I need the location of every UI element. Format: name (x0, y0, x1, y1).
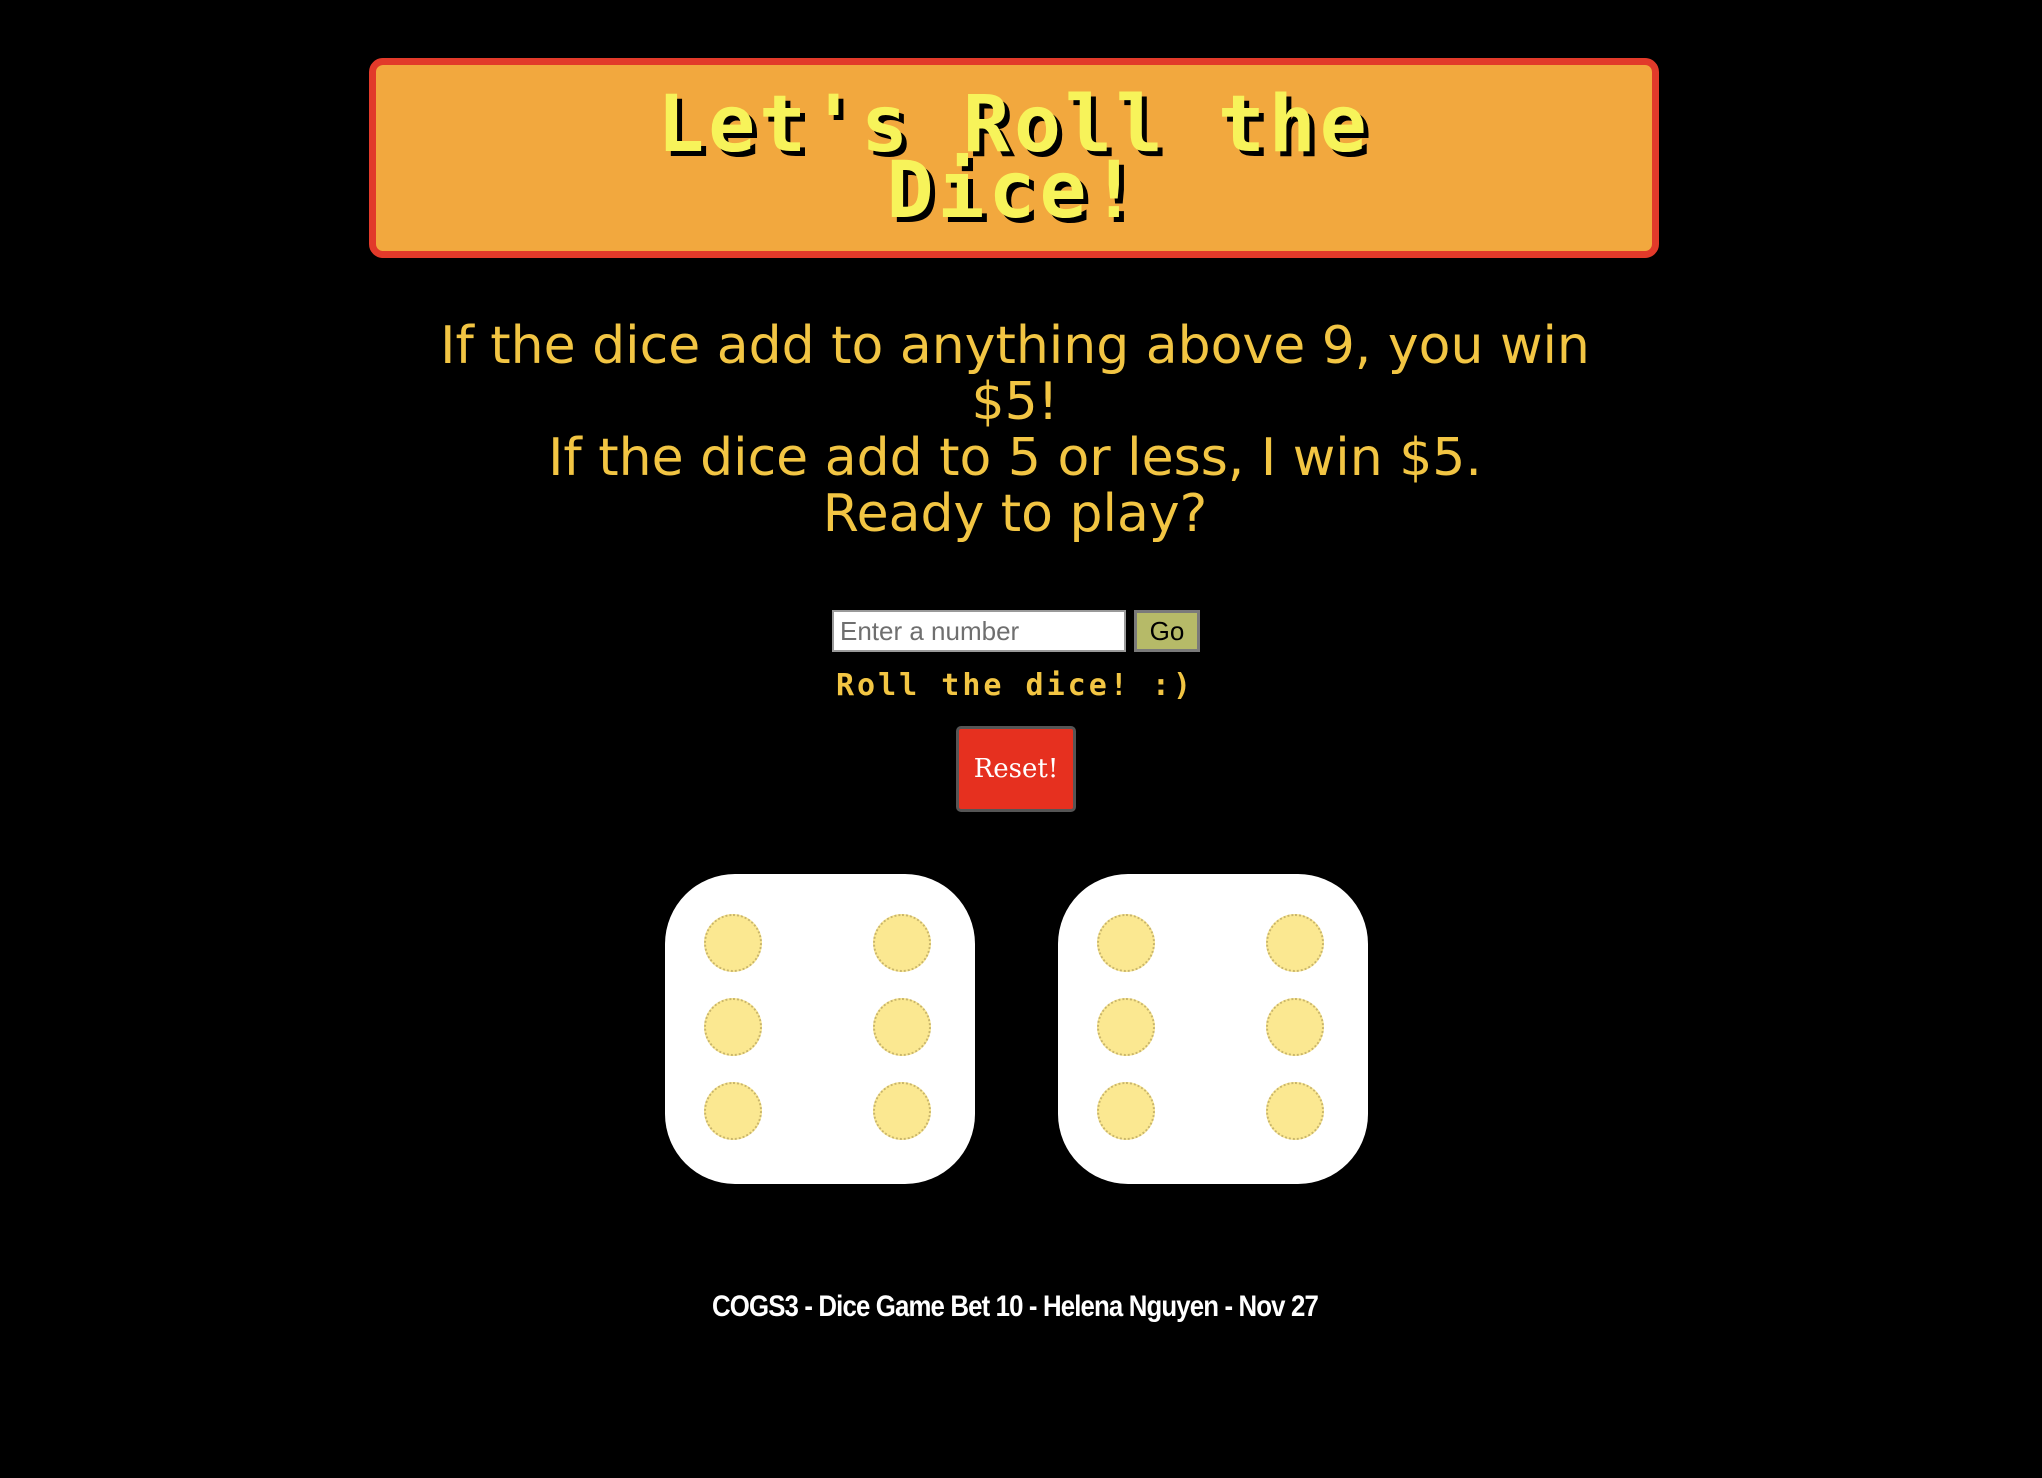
ready-prompt: Ready to play? (822, 484, 1208, 544)
status-message: Roll the dice! :) (835, 668, 1195, 703)
rule-line-win: If the dice add to anything above 9, you… (440, 316, 1590, 432)
title-banner: Let's Roll the Dice! (369, 58, 1659, 258)
die-pip (1097, 1082, 1155, 1140)
die-pip (1266, 998, 1324, 1056)
die-pip (873, 1082, 931, 1140)
die-pip (1266, 914, 1324, 972)
die-pip (704, 1082, 762, 1140)
die-pip (873, 914, 931, 972)
footer-credit: COGS3 - Dice Game Bet 10 - Helena Nguyen… (712, 1290, 1319, 1323)
die-pip (1097, 914, 1155, 972)
page-title: Let's Roll the Dice! (657, 80, 1371, 236)
number-controls: Go (832, 610, 1200, 652)
die-pip (704, 998, 762, 1056)
die-pip (1266, 1082, 1324, 1140)
rule-line-lose: If the dice add to 5 or less, I win $5. (548, 428, 1482, 488)
number-input[interactable] (832, 610, 1126, 652)
die-pip (873, 998, 931, 1056)
die-pip (704, 914, 762, 972)
die-left[interactable] (665, 874, 975, 1184)
die-right[interactable] (1058, 874, 1368, 1184)
reset-button[interactable]: Reset! (956, 726, 1076, 812)
go-button[interactable]: Go (1134, 610, 1200, 652)
die-pip (1097, 998, 1155, 1056)
rules-text: If the dice add to anything above 9, you… (380, 318, 1650, 542)
